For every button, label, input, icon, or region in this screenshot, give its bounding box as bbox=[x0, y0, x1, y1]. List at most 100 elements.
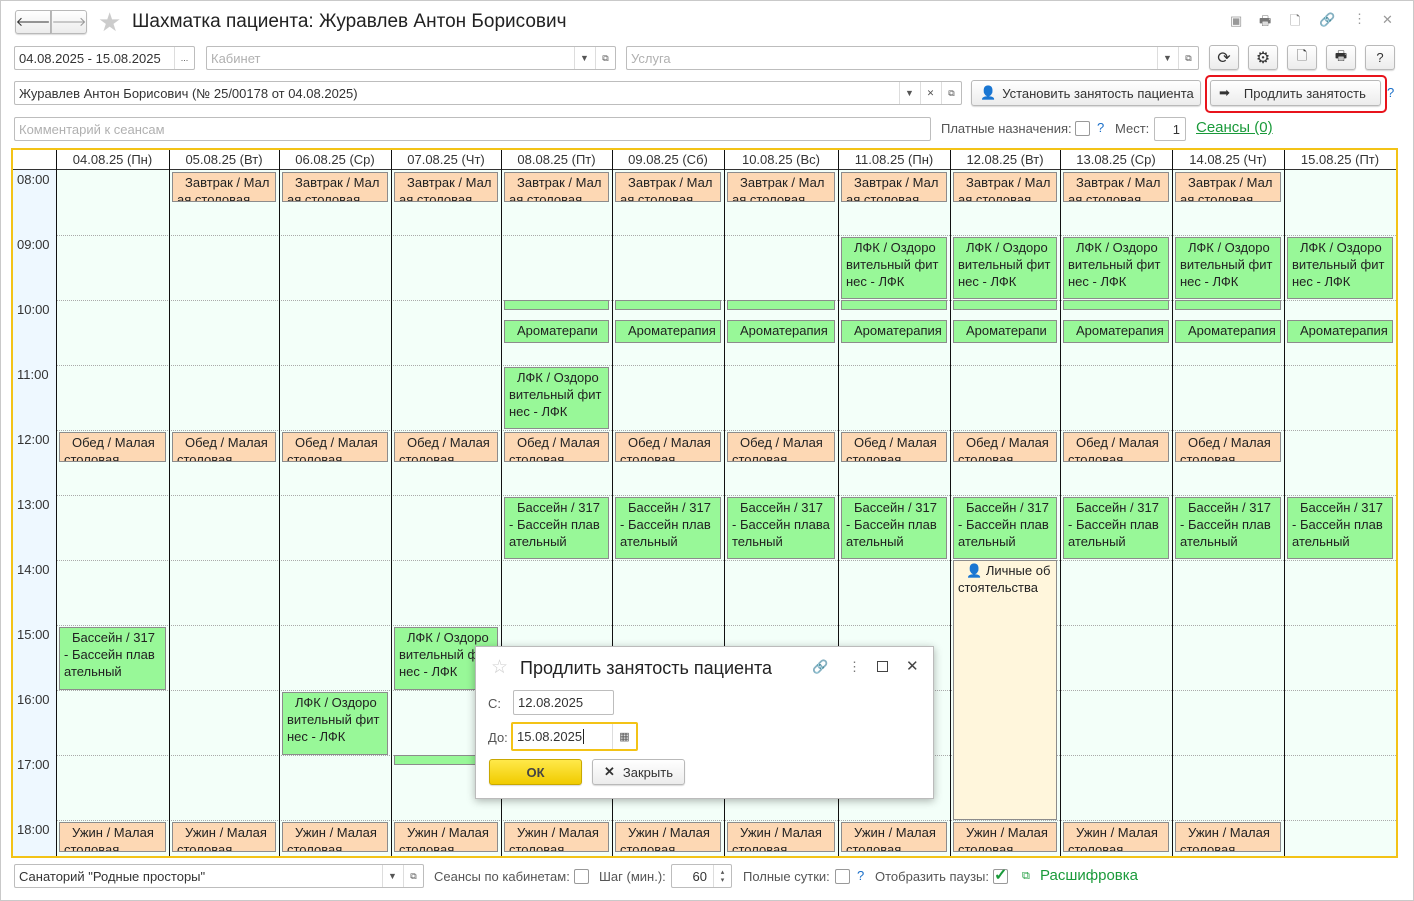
meal-event[interactable]: Ужин / Малая столовая bbox=[1175, 821, 1281, 853]
meal-event[interactable]: Ужин / Малая столовая bbox=[394, 821, 498, 853]
meal-event[interactable]: Завтрак / Малая столовая bbox=[504, 171, 609, 203]
set-busy-button[interactable]: 👤 Установить занятость пациента bbox=[971, 80, 1201, 106]
full-day-checkbox[interactable] bbox=[835, 869, 850, 884]
pauses-checkbox[interactable]: ✓ bbox=[993, 868, 1008, 884]
print-icon[interactable]: 🖶 bbox=[1259, 12, 1271, 34]
session-event[interactable]: Ароматерапия bbox=[1063, 320, 1169, 343]
meal-event[interactable]: Ужин / Малая столовая bbox=[59, 821, 166, 853]
dropdown-icon[interactable]: ▼ bbox=[382, 865, 402, 887]
session-event[interactable]: ЛФК / Оздоровительный фитнес - ЛФК bbox=[1287, 236, 1393, 299]
open-icon[interactable]: ⧉ bbox=[1178, 47, 1198, 69]
meal-event[interactable]: Завтрак / Малая столовая bbox=[1175, 171, 1281, 203]
dropdown-icon[interactable]: ▼ bbox=[574, 47, 594, 69]
session-event[interactable]: ЛФК / Оздоровительный фитнес - ЛФК bbox=[282, 691, 388, 755]
by-cabinet-checkbox[interactable] bbox=[574, 869, 589, 884]
meal-event[interactable]: Обед / Малая столовая bbox=[727, 431, 835, 463]
session-event[interactable] bbox=[727, 300, 835, 311]
back-button[interactable]: 🡐 bbox=[15, 10, 51, 34]
to-date-field[interactable]: 15.08.2025 ▦ bbox=[511, 722, 638, 751]
forward-button[interactable]: 🡒 bbox=[51, 10, 87, 34]
session-event[interactable]: Бассейн / 317 - Бассейн плавательный bbox=[841, 496, 947, 559]
open-icon[interactable]: ⧉ bbox=[941, 82, 961, 104]
session-event[interactable]: Ароматерапия bbox=[1287, 320, 1393, 343]
open-icon[interactable]: ⧉ bbox=[403, 865, 423, 887]
refresh-button[interactable]: ⟳ bbox=[1209, 45, 1239, 70]
meal-event[interactable]: Ужин / Малая столовая bbox=[282, 821, 388, 853]
meal-event[interactable]: Ужин / Малая столовая bbox=[841, 821, 947, 853]
session-event[interactable]: Ароматерапия bbox=[953, 320, 1057, 343]
session-event[interactable]: Бассейн / 317 - Бассейн плавательный bbox=[1175, 496, 1281, 559]
personal-event[interactable]: 👤 Личные обстоятельства bbox=[953, 560, 1057, 820]
stepper-icon[interactable]: ▴ ▾ bbox=[713, 865, 731, 887]
preview-icon[interactable]: 🗋 bbox=[1290, 12, 1300, 34]
session-event[interactable]: Бассейн / 317 - Бассейн плавательный bbox=[953, 496, 1057, 559]
session-event[interactable]: Ароматерапия bbox=[841, 320, 947, 343]
session-event[interactable] bbox=[1063, 300, 1169, 311]
meal-event[interactable]: Завтрак / Малая столовая bbox=[727, 171, 835, 203]
from-date-field[interactable]: 12.08.2025 bbox=[513, 690, 614, 715]
session-event[interactable] bbox=[615, 300, 721, 311]
meal-event[interactable]: Обед / Малая столовая bbox=[504, 431, 609, 463]
meal-event[interactable]: Ужин / Малая столовая bbox=[615, 821, 721, 853]
meal-event[interactable]: Обед / Малая столовая bbox=[394, 431, 498, 463]
help-link[interactable]: ? bbox=[1097, 120, 1104, 135]
organization-field[interactable]: Санаторий "Родные просторы" ▼ ⧉ bbox=[14, 864, 424, 888]
meal-event[interactable]: Ужин / Малая столовая bbox=[953, 821, 1057, 853]
session-event[interactable]: Бассейн / 317 - Бассейн плавательный bbox=[1287, 496, 1393, 559]
patient-field[interactable]: Журавлев Антон Борисович (№ 25/00178 от … bbox=[14, 81, 962, 105]
session-event[interactable]: ЛФК / Оздоровительный фитнес - ЛФК bbox=[504, 366, 609, 429]
session-event[interactable]: Бассейн / 317 - Бассейн плавательный bbox=[504, 496, 609, 559]
meal-event[interactable]: Обед / Малая столовая bbox=[953, 431, 1057, 463]
meal-event[interactable]: Обед / Малая столовая bbox=[1063, 431, 1169, 463]
session-event[interactable]: ЛФК / Оздоровительный фитнес - ЛФК bbox=[1063, 236, 1169, 299]
meal-event[interactable]: Обед / Малая столовая bbox=[615, 431, 721, 463]
open-icon[interactable]: ⧉ bbox=[595, 47, 615, 69]
meal-event[interactable]: Ужин / Малая столовая bbox=[172, 821, 276, 853]
places-field[interactable]: 1 bbox=[1154, 117, 1186, 141]
meal-event[interactable]: Завтрак / Малая столовая bbox=[394, 171, 498, 203]
paid-checkbox[interactable] bbox=[1075, 121, 1090, 136]
meal-event[interactable]: Обед / Малая столовая bbox=[1175, 431, 1281, 463]
dropdown-icon[interactable]: ▼ bbox=[899, 82, 919, 104]
meal-event[interactable]: Обед / Малая столовая bbox=[841, 431, 947, 463]
sessions-link[interactable]: Сеансы (0) bbox=[1196, 119, 1273, 136]
period-field[interactable]: 04.08.2025 - 15.08.2025... bbox=[14, 46, 195, 70]
period-select-button[interactable]: ... bbox=[174, 47, 194, 69]
session-event[interactable]: Ароматерапия bbox=[1175, 320, 1281, 343]
help-link[interactable]: ? bbox=[857, 868, 864, 883]
favorite-star-icon[interactable]: ★ bbox=[98, 7, 121, 38]
link-icon[interactable]: 🔗 bbox=[1319, 12, 1335, 28]
clear-icon[interactable]: ✕ bbox=[920, 82, 940, 104]
session-event[interactable]: Бассейн / 317 - Бассейн плавательный bbox=[615, 496, 721, 559]
close-icon[interactable]: ✕ bbox=[1382, 12, 1393, 28]
session-event[interactable]: ЛФК / Оздоровительный фитнес - ЛФК bbox=[953, 236, 1057, 299]
link-icon[interactable]: 🔗 bbox=[812, 659, 828, 675]
favorite-star-icon[interactable]: ☆ bbox=[491, 656, 508, 679]
save-icon[interactable]: ▣ bbox=[1230, 13, 1242, 29]
meal-event[interactable]: Ужин / Малая столовая bbox=[727, 821, 835, 853]
session-event[interactable] bbox=[1175, 300, 1281, 311]
more-icon[interactable]: ⋮ bbox=[848, 659, 861, 675]
session-event[interactable]: ЛФК / Оздоровительный фитнес - ЛФК bbox=[841, 236, 947, 299]
session-event[interactable] bbox=[504, 300, 609, 311]
calendar-icon[interactable]: ▦ bbox=[612, 724, 636, 749]
settings-button[interactable]: ⚙ bbox=[1248, 45, 1278, 70]
session-event[interactable]: Ароматерапия bbox=[615, 320, 721, 343]
ok-button[interactable]: ОК bbox=[489, 759, 582, 785]
cabinet-field[interactable]: Кабинет ▼ ⧉ bbox=[206, 46, 616, 70]
help-link[interactable]: ? bbox=[1387, 85, 1394, 100]
meal-event[interactable]: Ужин / Малая столовая bbox=[504, 821, 609, 853]
session-event[interactable]: Бассейн / 317 - Бассейн плавательный bbox=[59, 626, 166, 690]
close-icon[interactable]: ✕ bbox=[906, 657, 919, 675]
session-event[interactable]: Бассейн / 317 - Бассейн плавательный bbox=[727, 496, 835, 559]
meal-event[interactable]: Обед / Малая столовая bbox=[282, 431, 388, 463]
session-event[interactable]: Бассейн / 317 - Бассейн плавательный bbox=[1063, 496, 1169, 559]
print-button[interactable]: 🖶 bbox=[1326, 45, 1356, 70]
meal-event[interactable]: Завтрак / Малая столовая bbox=[1063, 171, 1169, 203]
meal-event[interactable]: Завтрак / Малая столовая bbox=[172, 171, 276, 203]
session-event[interactable]: ЛФК / Оздоровительный фитнес - ЛФК bbox=[1175, 236, 1281, 299]
more-icon[interactable]: ⋮ bbox=[1353, 11, 1366, 27]
comment-field[interactable]: Комментарий к сеансам bbox=[14, 117, 931, 141]
meal-event[interactable]: Завтрак / Малая столовая bbox=[953, 171, 1057, 203]
service-field[interactable]: Услуга ▼ ⧉ bbox=[626, 46, 1199, 70]
